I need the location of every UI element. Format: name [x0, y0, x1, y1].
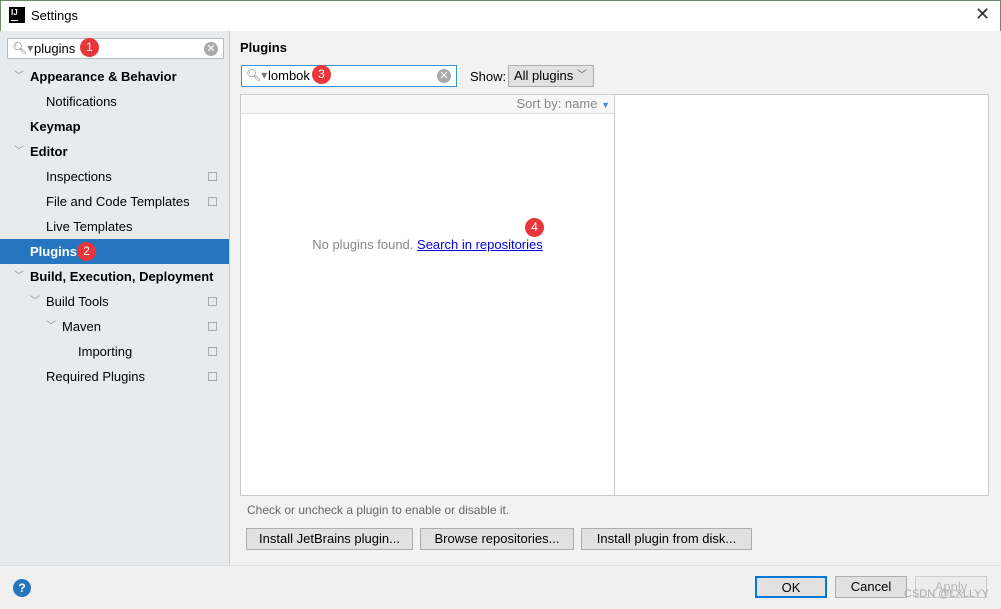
sidebar-item[interactable]: Importing: [0, 339, 229, 364]
install-from-disk-button[interactable]: Install plugin from disk...: [581, 528, 752, 550]
sidebar-item[interactable]: ﹀ Build, Execution, Deployment: [0, 264, 229, 289]
help-icon[interactable]: ?: [13, 579, 31, 597]
sidebar-item-label: Notifications: [46, 94, 117, 109]
sidebar-item[interactable]: Plugins: [0, 239, 229, 264]
close-icon[interactable]: ✕: [975, 4, 990, 25]
chevron-down-icon[interactable]: ﹀: [30, 289, 40, 314]
sidebar-item-label: Editor: [30, 144, 68, 159]
sidebar-item[interactable]: Live Templates: [0, 214, 229, 239]
chevron-down-icon: ﹀: [577, 70, 587, 81]
title-bar: [0, 0, 1001, 31]
search-value: lombok: [268, 68, 310, 83]
sidebar-item-label: Inspections: [46, 169, 112, 184]
ok-button[interactable]: OK: [755, 576, 827, 598]
sidebar-item[interactable]: Notifications: [0, 89, 229, 114]
empty-state: No plugins found. Search in repositories: [241, 237, 614, 252]
plugin-detail-panel: [614, 94, 989, 496]
hint-text: Check or uncheck a plugin to enable or d…: [247, 503, 510, 517]
cancel-button[interactable]: Cancel: [835, 576, 907, 598]
sidebar-item-label: Required Plugins: [46, 369, 146, 384]
chevron-down-icon[interactable]: ﹀: [14, 139, 24, 164]
sort-arrow-icon: ▼: [601, 100, 610, 110]
clear-icon[interactable]: ✕: [204, 42, 218, 56]
sidebar-item[interactable]: ﹀ Build Tools: [0, 289, 229, 314]
search-icon: 🔍︎▾: [246, 68, 268, 82]
sidebar-item-label: Keymap: [30, 119, 81, 134]
plugin-search-input[interactable]: 🔍︎▾ lombok ✕: [241, 65, 457, 87]
sort-label: Sort by: name: [516, 96, 598, 111]
page-title: Plugins: [240, 40, 287, 55]
settings-search-input[interactable]: 🔍︎▾ plugins ✕: [7, 38, 224, 59]
project-settings-icon: [208, 347, 217, 356]
show-value: All plugins: [514, 68, 574, 83]
annotation-badge: 3: [312, 65, 331, 84]
project-settings-icon: [208, 322, 217, 331]
chevron-down-icon[interactable]: ﹀: [14, 64, 24, 89]
sidebar-item-label: Importing: [78, 344, 133, 359]
app-logo-icon: IJ: [9, 7, 25, 23]
sidebar-item-label: Plugins: [30, 244, 77, 259]
sort-header[interactable]: Sort by: name ▼: [241, 95, 614, 114]
sidebar-item-label: Appearance & Behavior: [30, 69, 177, 84]
annotation-badge: 1: [80, 38, 99, 57]
search-repositories-link[interactable]: Search in repositories: [417, 237, 543, 252]
sidebar-item-label: Build, Execution, Deployment: [30, 269, 214, 284]
sidebar-item[interactable]: Inspections: [0, 164, 229, 189]
project-settings-icon: [208, 372, 217, 381]
show-dropdown[interactable]: All plugins ﹀: [508, 65, 594, 87]
plugin-list[interactable]: Sort by: name ▼ No plugins found. Search…: [240, 94, 615, 496]
browse-repositories-button[interactable]: Browse repositories...: [420, 528, 574, 550]
sidebar-item[interactable]: Keymap: [0, 114, 229, 139]
sidebar-item-label: Live Templates: [46, 219, 133, 234]
clear-icon[interactable]: ✕: [437, 69, 451, 83]
project-settings-icon: [208, 172, 217, 181]
show-label: Show:: [470, 69, 507, 84]
sidebar-item-label: Maven: [62, 319, 102, 334]
empty-text: No plugins found.: [312, 237, 414, 252]
annotation-badge: 4: [525, 218, 544, 237]
sidebar-item[interactable]: ﹀ Maven: [0, 314, 229, 339]
chevron-down-icon[interactable]: ﹀: [46, 314, 56, 339]
sidebar-item[interactable]: Required Plugins: [0, 364, 229, 389]
install-jetbrains-plugin-button[interactable]: Install JetBrains plugin...: [246, 528, 413, 550]
annotation-badge: 2: [77, 242, 96, 261]
project-settings-icon: [208, 197, 217, 206]
watermark: CSDN @LXLLYY: [904, 588, 989, 600]
sidebar-item[interactable]: File and Code Templates: [0, 189, 229, 214]
chevron-down-icon[interactable]: ﹀: [14, 264, 24, 289]
search-icon: 🔍︎▾: [12, 41, 34, 55]
sidebar-item-label: File and Code Templates: [46, 194, 190, 209]
sidebar-item-label: Build Tools: [46, 294, 109, 309]
sidebar-item[interactable]: ﹀ Appearance & Behavior: [0, 64, 229, 89]
project-settings-icon: [208, 297, 217, 306]
window-title: Settings: [31, 8, 78, 23]
sidebar-item[interactable]: ﹀ Editor: [0, 139, 229, 164]
search-value: plugins: [34, 41, 76, 56]
